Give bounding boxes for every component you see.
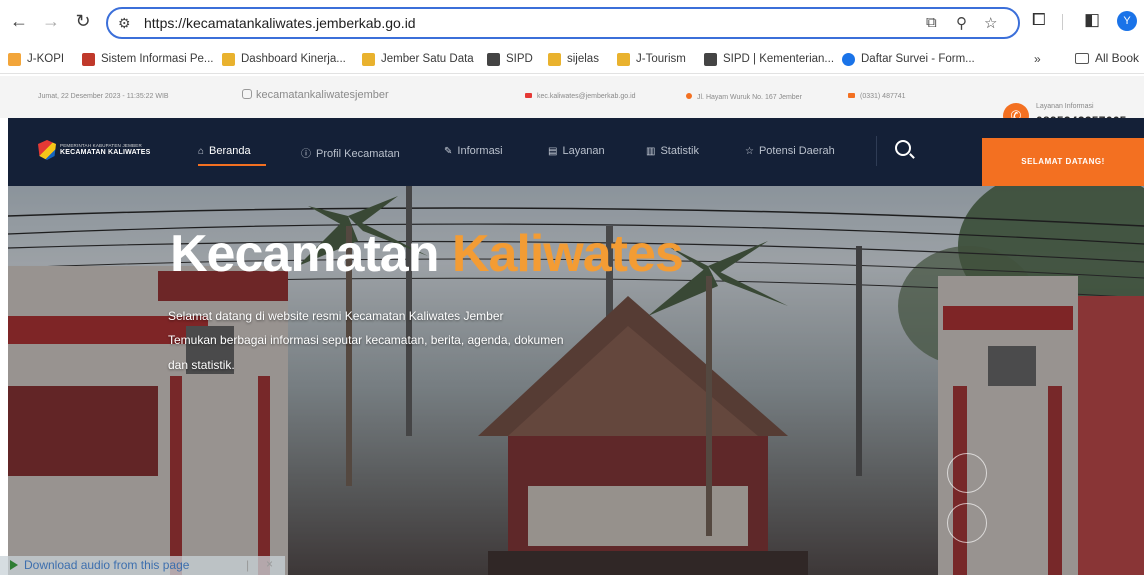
- bookmark-item[interactable]: Jember Satu Data: [362, 51, 474, 67]
- bookmark-item[interactable]: J-KOPI: [8, 51, 64, 67]
- bookmark-favicon-icon: [704, 52, 717, 66]
- extensions-icon[interactable]: ⧠: [1032, 10, 1046, 30]
- nav-divider: [876, 136, 877, 166]
- sidepanel-icon[interactable]: ◧: [1084, 10, 1100, 30]
- hero-description-line: dan statistik.: [168, 358, 235, 372]
- hero-title: Kecamatan Kaliwates: [170, 224, 684, 284]
- bookmark-favicon-icon: [617, 52, 630, 66]
- slider-prev-control[interactable]: [947, 453, 987, 493]
- close-icon[interactable]: ×: [266, 557, 273, 571]
- browser-toolbar: ← → ↻ ⚙ https://kecamatankaliwates.jembe…: [0, 0, 1144, 44]
- translate-icon[interactable]: ⧉: [926, 14, 937, 31]
- hero-title-accent: Kaliwates: [451, 225, 684, 283]
- hero-description-line: Selamat datang di website resmi Kecamata…: [168, 309, 504, 323]
- bookmark-favicon-icon: [842, 52, 855, 66]
- url-text[interactable]: https://kecamatankaliwates.jemberkab.go.…: [144, 15, 416, 31]
- phone-icon: [848, 93, 855, 98]
- bookmark-favicon-icon: [548, 52, 561, 66]
- instagram-link[interactable]: kecamatankaliwatesjember: [242, 89, 389, 101]
- email-link[interactable]: kec.kaliwates@jemberkab.go.id: [525, 93, 636, 100]
- site-info-bar: Jumat, 22 Desember 2023 - 11:35:22 WIB k…: [0, 76, 1144, 118]
- nav-layanan[interactable]: ▤ Layanan: [548, 145, 605, 157]
- home-icon: ⌂: [198, 146, 205, 157]
- audio-download-link[interactable]: Download audio from this page: [24, 558, 189, 572]
- document-icon: ▤: [548, 146, 558, 157]
- bookmark-item[interactable]: SIPD | Kementerian...: [704, 51, 834, 67]
- mail-icon: [525, 93, 532, 98]
- reload-icon[interactable]: ↻: [72, 10, 94, 32]
- chart-icon: ▥: [646, 146, 656, 157]
- welcome-button[interactable]: SELAMAT DATANG!: [982, 138, 1144, 186]
- bookmark-favicon-icon: [222, 52, 235, 66]
- bookmark-item[interactable]: Sistem Informasi Pe...: [82, 51, 213, 67]
- address-bar[interactable]: ⚙ https://kecamatankaliwates.jemberkab.g…: [106, 7, 1020, 39]
- phone-text: (0331) 487741: [848, 93, 906, 100]
- bookmark-item[interactable]: Daftar Survei - Form...: [842, 51, 975, 67]
- bookmark-star-icon[interactable]: ☆: [984, 14, 997, 32]
- bookmark-item[interactable]: Dashboard Kinerja...: [222, 51, 346, 67]
- hero-description-line: Temukan berbagai informasi seputar kecam…: [168, 333, 564, 347]
- bookmark-favicon-icon: [8, 52, 21, 66]
- profile-avatar[interactable]: Y: [1117, 11, 1137, 31]
- toolbar-divider: [1062, 14, 1063, 30]
- nav-informasi[interactable]: ✎ Informasi: [444, 145, 503, 157]
- instagram-icon: [242, 89, 252, 99]
- nav-potensi-daerah[interactable]: ☆ Potensi Daerah: [745, 145, 835, 157]
- current-date: Jumat, 22 Desember 2023 - 11:35:22 WIB: [38, 93, 169, 100]
- bookmarks-bar: J-KOPI Sistem Informasi Pe... Dashboard …: [0, 44, 1144, 74]
- nav-profil-kecamatan[interactable]: ⓘ Profil Kecamatan: [301, 145, 400, 160]
- nav-beranda[interactable]: ⌂ Beranda: [198, 145, 251, 157]
- search-icon[interactable]: [895, 140, 911, 156]
- layanan-label: Layanan Informasi: [1036, 103, 1094, 110]
- logo-title: KECAMATAN KALIWATES: [60, 149, 151, 157]
- back-icon[interactable]: ←: [8, 10, 30, 32]
- logo-text: PEMERINTAH KABUPATEN JEMBER KECAMATAN KA…: [60, 142, 151, 157]
- emblem-icon: [38, 140, 56, 160]
- address-text: Jl. Hayam Wuruk No. 167 Jember: [686, 93, 802, 101]
- hero-title-primary: Kecamatan: [170, 225, 439, 283]
- info-icon: ⓘ: [301, 149, 311, 160]
- active-nav-indicator: [198, 164, 266, 166]
- folder-icon: [1075, 52, 1089, 64]
- zoom-icon[interactable]: ⚲: [956, 14, 967, 32]
- bookmark-favicon-icon: [487, 52, 500, 66]
- all-bookmarks-button[interactable]: All Book: [1075, 51, 1139, 65]
- play-icon: [10, 560, 18, 570]
- site-navbar: PEMERINTAH KABUPATEN JEMBER KECAMATAN KA…: [8, 118, 1144, 186]
- bookmark-item[interactable]: sijelas: [548, 51, 599, 67]
- logo-subtitle: PEMERINTAH KABUPATEN JEMBER: [60, 142, 142, 148]
- bookmarks-overflow-button[interactable]: »: [1034, 52, 1041, 66]
- slider-next-control[interactable]: [947, 503, 987, 543]
- bookmark-favicon-icon: [82, 52, 95, 66]
- bookmark-item[interactable]: J-Tourism: [617, 51, 686, 67]
- site-info-icon[interactable]: ⚙: [118, 15, 131, 32]
- nav-statistik[interactable]: ▥ Statistik: [646, 145, 699, 157]
- bookmark-item[interactable]: SIPD: [487, 51, 533, 67]
- site-logo[interactable]: PEMERINTAH KABUPATEN JEMBER KECAMATAN KA…: [38, 140, 151, 160]
- audio-bar-divider: |: [246, 558, 250, 572]
- forward-icon[interactable]: →: [40, 10, 62, 32]
- bookmark-favicon-icon: [362, 52, 375, 66]
- megaphone-icon: ✎: [444, 146, 453, 157]
- location-icon: [686, 93, 692, 99]
- audio-download-bar[interactable]: Download audio from this page | ×: [0, 556, 285, 575]
- star-icon: ☆: [745, 146, 754, 157]
